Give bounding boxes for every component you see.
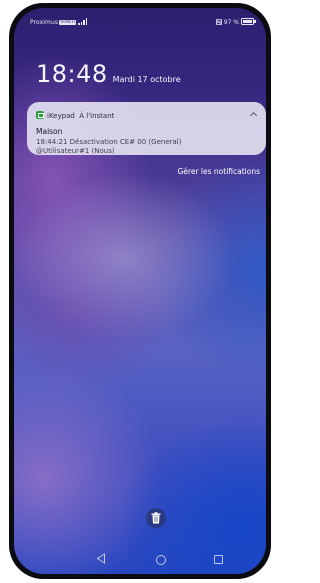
notification-app-name: iKeypad xyxy=(47,112,75,120)
status-right: 97 % xyxy=(215,18,256,26)
notification-body-line-2: @Utilisateur#1 (Nous) xyxy=(36,147,115,155)
battery-icon xyxy=(241,18,256,25)
carrier-info: Proximus VoWiFi xyxy=(30,18,88,26)
navigation-bar xyxy=(14,544,266,574)
notification-body-line-1: 18:44:21 Désactivation CE# 00 (General) xyxy=(36,138,182,146)
notification-header: iKeypad À l'instant xyxy=(36,111,114,120)
battery-percentage: 97 % xyxy=(223,19,239,26)
status-bar: Proximus VoWiFi 97 % xyxy=(30,16,256,28)
manage-notifications-link[interactable]: Gérer les notifications xyxy=(178,167,261,176)
trash-icon xyxy=(151,512,161,524)
phone-frame: Proximus VoWiFi 97 % 18:48 Mardi 17 octobr… xyxy=(9,3,271,579)
notification-card[interactable]: iKeypad À l'instant Maison 18:44:21 Désa… xyxy=(27,102,266,155)
recents-square-icon[interactable] xyxy=(214,555,223,564)
carrier-name: Proximus xyxy=(30,19,59,26)
clear-notifications-button[interactable] xyxy=(146,508,166,528)
vowifi-badge: VoWiFi xyxy=(59,20,77,25)
notification-timestamp: À l'instant xyxy=(79,112,115,120)
back-triangle-icon[interactable] xyxy=(96,553,106,564)
lock-screen: Proximus VoWiFi 97 % 18:48 Mardi 17 octobr… xyxy=(14,8,266,574)
clock: 18:48 Mardi 17 octobre xyxy=(36,60,181,88)
nfc-icon xyxy=(215,19,222,25)
home-circle-icon[interactable] xyxy=(156,555,166,565)
ikeypad-app-icon xyxy=(36,111,44,119)
notification-body: 18:44:21 Désactivation CE# 00 (General) … xyxy=(36,138,256,156)
lock-time: 18:48 xyxy=(36,60,108,88)
chevron-up-icon[interactable] xyxy=(249,111,258,120)
notification-title: Maison xyxy=(36,127,63,136)
lock-date: Mardi 17 octobre xyxy=(112,75,181,84)
signal-strength-icon xyxy=(78,18,88,25)
